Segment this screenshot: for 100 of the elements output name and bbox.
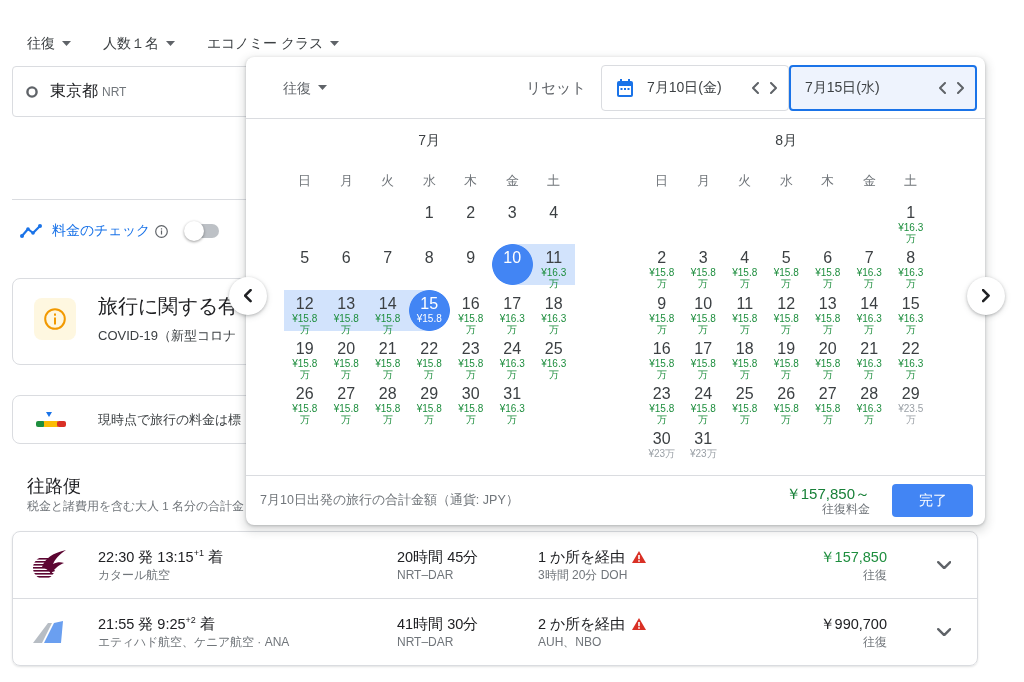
calendar-day[interactable]: 25 ¥15.8万 bbox=[724, 380, 766, 426]
calendar-day[interactable]: 4 bbox=[533, 199, 575, 245]
calendar-day[interactable]: 9 ¥15.8万 bbox=[641, 289, 683, 335]
airline-name: エティハド航空、ケニア航空 · ANA bbox=[98, 634, 290, 650]
calendar-day[interactable]: 17 ¥16.3万 bbox=[491, 289, 533, 335]
calendar-day[interactable]: 14 ¥15.8万 bbox=[367, 289, 409, 335]
dropdown-button[interactable]: 人数１名 bbox=[103, 33, 175, 53]
calendar-day[interactable]: 1 ¥16.3万 bbox=[890, 199, 932, 245]
section-title: 往路便 bbox=[27, 475, 81, 497]
calendar-day[interactable]: 6 bbox=[325, 244, 367, 290]
price-tracking-label[interactable]: 料金のチェック bbox=[52, 222, 150, 240]
calendar-day[interactable]: 2 bbox=[450, 199, 492, 245]
calendar-day[interactable]: 5 ¥15.8万 bbox=[765, 244, 807, 290]
chevron-right-icon bbox=[982, 289, 990, 303]
weekday-label: 水 bbox=[779, 173, 793, 190]
calendar-day[interactable]: 17 ¥15.8万 bbox=[682, 334, 724, 381]
calendar-day[interactable]: 20 ¥15.8万 bbox=[807, 334, 849, 381]
chevron-left-icon[interactable] bbox=[752, 81, 759, 94]
weekday-label: 金 bbox=[862, 173, 876, 190]
price-type: 往復 bbox=[863, 567, 887, 583]
month-title: 7月 bbox=[418, 131, 441, 150]
calendar-day[interactable]: 16 ¥15.8万 bbox=[641, 334, 683, 381]
layover-info: 3時間 20分 DOH bbox=[538, 567, 628, 583]
weekday-label: 日 bbox=[655, 173, 669, 190]
calendar-day[interactable]: 15 ¥16.3万 bbox=[890, 289, 932, 335]
next-month-button[interactable] bbox=[967, 277, 1005, 315]
calendar-day[interactable]: 6 ¥15.8万 bbox=[807, 244, 849, 290]
info-icon bbox=[34, 298, 76, 340]
calendar-day[interactable]: 27 ¥15.8万 bbox=[325, 380, 367, 426]
calendar-day[interactable]: 30 ¥15.8万 bbox=[450, 380, 492, 426]
weekday-label: 水 bbox=[422, 173, 436, 190]
month-title: 8月 bbox=[775, 131, 798, 150]
calendar-day[interactable]: 11 ¥16.3万 bbox=[533, 244, 575, 290]
chevron-right-icon[interactable] bbox=[770, 81, 777, 94]
calendar-day[interactable]: 23 ¥15.8万 bbox=[641, 380, 683, 426]
calendar-icon bbox=[617, 78, 633, 97]
reset-button[interactable]: リセット bbox=[526, 77, 586, 98]
chevron-right-icon[interactable] bbox=[957, 81, 964, 94]
calendar-day[interactable]: 23 ¥15.8万 bbox=[450, 334, 492, 381]
date-field[interactable]: 7月10日(金) bbox=[601, 64, 789, 111]
dropdown-button[interactable]: 往復 bbox=[27, 33, 71, 53]
dropdown-caret-icon bbox=[318, 85, 327, 90]
calendar-day[interactable]: 19 ¥15.8万 bbox=[284, 334, 326, 381]
done-button[interactable]: 完了 bbox=[892, 484, 973, 517]
calendar-day[interactable]: 7 ¥16.3万 bbox=[848, 244, 890, 290]
price-type: 往復 bbox=[863, 634, 887, 650]
calendar-day[interactable]: 13 ¥15.8万 bbox=[807, 289, 849, 335]
flight-route: NRT–DAR bbox=[397, 634, 454, 650]
calendar-day[interactable]: 12 ¥15.8万 bbox=[284, 289, 326, 335]
flight-route: NRT–DAR bbox=[397, 567, 454, 583]
chevron-down-icon[interactable] bbox=[937, 627, 952, 637]
calendar-day[interactable]: 4 ¥15.8万 bbox=[724, 244, 766, 290]
flight-duration: 20時間 45分 bbox=[397, 548, 479, 567]
calendar-day[interactable]: 2 ¥15.8万 bbox=[641, 244, 683, 290]
price-tracking-toggle[interactable] bbox=[184, 221, 220, 241]
calendar-day[interactable]: 29 ¥23.5万 bbox=[890, 380, 932, 426]
calendar-day[interactable]: 31 ¥16.3万 bbox=[491, 380, 533, 426]
flight-times: 22:30 発 13:15$^{+1}$ 着 bbox=[98, 547, 223, 567]
calendar-day[interactable]: 10 ¥15.8万 bbox=[682, 289, 724, 335]
calendar-day[interactable]: 31 ¥23万 bbox=[682, 425, 724, 471]
calendar-day[interactable]: 13 ¥15.8万 bbox=[325, 289, 367, 335]
calendar-day[interactable]: 21 ¥16.3万 bbox=[848, 334, 890, 381]
calendar-day[interactable]: 18 ¥15.8万 bbox=[724, 334, 766, 381]
chevron-left-icon[interactable] bbox=[939, 81, 946, 94]
calendar-day[interactable]: 30 ¥23万 bbox=[641, 425, 683, 471]
calendar-day[interactable]: 26 ¥15.8万 bbox=[284, 380, 326, 426]
calendar-day[interactable]: 19 ¥15.8万 bbox=[765, 334, 807, 381]
calendar-day[interactable]: 22 ¥15.8万 bbox=[408, 334, 450, 381]
calendar-day[interactable]: 28 ¥16.3万 bbox=[848, 380, 890, 426]
calendar-day[interactable]: 21 ¥15.8万 bbox=[367, 334, 409, 381]
calendar-day[interactable]: 12 ¥15.8万 bbox=[765, 289, 807, 335]
calendar-day[interactable]: 1 bbox=[408, 199, 450, 245]
calendar-day[interactable]: 5 bbox=[284, 244, 326, 290]
calendar-day[interactable]: 3 bbox=[491, 199, 533, 245]
dropdown-caret-icon bbox=[329, 40, 339, 46]
calendar-day[interactable]: 24 ¥15.8万 bbox=[682, 380, 724, 426]
calendar-day[interactable]: 22 ¥16.3万 bbox=[890, 334, 932, 381]
calendar-day[interactable]: 24 ¥16.3万 bbox=[491, 334, 533, 381]
calendar-day[interactable]: 14 ¥16.3万 bbox=[848, 289, 890, 335]
date-field[interactable]: 7月15日(水) bbox=[789, 64, 977, 111]
calendar-day[interactable]: 11 ¥15.8万 bbox=[724, 289, 766, 335]
price-insight-text: 現時点で旅行の料金は標 bbox=[98, 410, 241, 429]
calendar-day[interactable]: 25 ¥16.3万 bbox=[533, 334, 575, 381]
info-icon[interactable] bbox=[155, 224, 168, 238]
calendar-day[interactable]: 9 bbox=[450, 244, 492, 290]
flight-price: ￥157,850 bbox=[819, 548, 887, 567]
calendar-day[interactable]: 27 ¥15.8万 bbox=[807, 380, 849, 426]
dropdown-button[interactable]: エコノミー クラス bbox=[207, 33, 339, 53]
dropdown-caret-icon bbox=[62, 40, 71, 46]
calendar-day[interactable]: 7 bbox=[367, 244, 409, 290]
calendar-day[interactable]: 3 ¥15.8万 bbox=[682, 244, 724, 290]
calendar-day[interactable]: 28 ¥15.8万 bbox=[367, 380, 409, 426]
calendar-day[interactable]: 8 ¥16.3万 bbox=[890, 244, 932, 290]
calendar-day[interactable]: 18 ¥16.3万 bbox=[533, 289, 575, 335]
calendar-day[interactable]: 26 ¥15.8万 bbox=[765, 380, 807, 426]
calendar-day[interactable]: 16 ¥15.8万 bbox=[450, 289, 492, 335]
calendar-day[interactable]: 29 ¥15.8万 bbox=[408, 380, 450, 426]
chevron-down-icon[interactable] bbox=[937, 560, 952, 570]
calendar-day[interactable]: 20 ¥15.8万 bbox=[325, 334, 367, 381]
calendar-day[interactable]: 8 bbox=[408, 244, 450, 290]
